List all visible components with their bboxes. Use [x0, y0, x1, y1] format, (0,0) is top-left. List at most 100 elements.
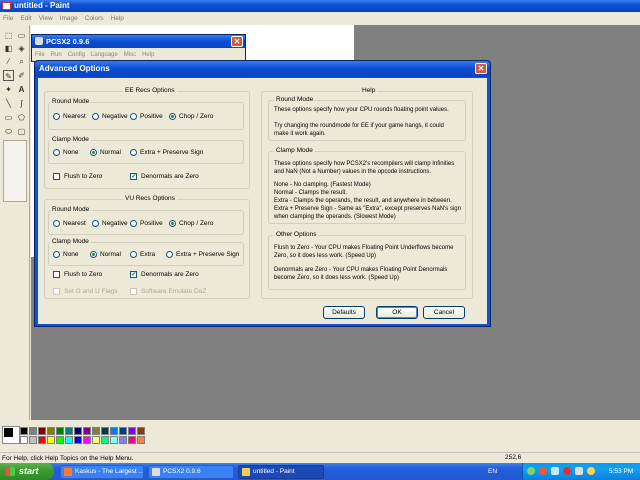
pcsx2-menu-run[interactable]: Run [51, 52, 62, 58]
ee-denormals-checkbox[interactable]: ✓ [130, 173, 137, 180]
rounded-rect-icon[interactable]: ▢ [16, 126, 27, 137]
palette-swatch[interactable] [128, 427, 136, 435]
vu-denormals-checkbox[interactable]: ✓ [130, 271, 137, 278]
palette-swatch[interactable] [20, 427, 28, 435]
pencil-icon[interactable]: ✎ [3, 70, 14, 81]
palette-swatch[interactable] [92, 427, 100, 435]
line-icon[interactable]: ╲ [3, 98, 14, 109]
vu-flush-to-zero-checkbox[interactable] [53, 271, 60, 278]
palette-swatch[interactable] [20, 436, 28, 444]
vu-clamp-normal-radio[interactable] [90, 251, 97, 258]
palette-swatch[interactable] [29, 427, 37, 435]
vu-set-ou-flags-checkbox[interactable] [53, 288, 60, 295]
ee-round-nearest-radio[interactable] [53, 113, 60, 120]
ee-flush-to-zero-checkbox[interactable] [53, 173, 60, 180]
volume-icon[interactable] [575, 467, 583, 475]
palette-swatch[interactable] [83, 436, 91, 444]
color-picker-icon[interactable]: ⁄ [3, 56, 14, 67]
pcsx2-title-bar[interactable]: PCSX2 0.9.6 ✕ [32, 35, 245, 48]
palette-swatch[interactable] [137, 427, 145, 435]
rectangle-icon[interactable]: ▭ [3, 112, 14, 123]
text-icon[interactable]: A [16, 84, 27, 95]
palette-swatch[interactable] [74, 436, 82, 444]
taskbar-item-pcsx2[interactable]: PCSX2 0.9.6 [148, 465, 234, 479]
tray-app-icon[interactable] [539, 467, 547, 475]
vu-round-chop-radio[interactable] [169, 220, 176, 227]
ee-round-positive-radio[interactable] [130, 113, 137, 120]
curve-icon[interactable]: ∫ [16, 98, 27, 109]
vu-clamp-extra-preserve-radio[interactable] [166, 251, 173, 258]
ee-clamp-none-radio[interactable] [53, 149, 60, 156]
vu-clamp-extra-radio[interactable] [130, 251, 137, 258]
palette-swatch[interactable] [38, 427, 46, 435]
pcsx2-close-icon[interactable]: ✕ [231, 36, 243, 47]
cancel-button[interactable]: Cancel [423, 306, 465, 319]
palette-swatch[interactable] [137, 436, 145, 444]
palette-swatch[interactable] [47, 427, 55, 435]
taskbar-item-kaskus[interactable]: Kaskus - The Largest ... [60, 465, 144, 479]
palette-swatch[interactable] [101, 436, 109, 444]
brush-icon[interactable]: ✐ [16, 70, 27, 81]
vu-round-positive-radio[interactable] [130, 220, 137, 227]
paint-menu-file[interactable]: File [3, 15, 13, 22]
pcsx2-menu-config[interactable]: Config [68, 52, 85, 58]
ee-round-chop-radio[interactable] [169, 113, 176, 120]
palette-swatch[interactable] [128, 436, 136, 444]
tool-options[interactable] [3, 140, 27, 202]
palette-swatch[interactable] [83, 427, 91, 435]
vu-round-nearest-radio[interactable] [53, 220, 60, 227]
clock[interactable]: 5:53 PM [609, 463, 633, 480]
paint-menu-edit[interactable]: Edit [20, 15, 31, 22]
network-icon[interactable] [551, 467, 559, 475]
fill-bucket-icon[interactable]: ◈ [16, 43, 27, 54]
tray-app-icon[interactable] [527, 467, 535, 475]
palette-swatch[interactable] [65, 427, 73, 435]
paint-menu-image[interactable]: Image [60, 15, 78, 22]
ee-round-mode-label: Round Mode [50, 98, 92, 106]
dialog-close-icon[interactable]: ✕ [475, 63, 487, 74]
palette-swatch[interactable] [110, 436, 118, 444]
rect-select-icon[interactable]: ▭ [16, 30, 27, 41]
palette-swatch[interactable] [101, 427, 109, 435]
taskbar-item-paint[interactable]: untitled - Paint [238, 465, 324, 479]
eraser-icon[interactable]: ◧ [3, 43, 14, 54]
airbrush-icon[interactable]: ✦ [3, 84, 14, 95]
ee-clamp-extra-preserve-radio[interactable] [130, 149, 137, 156]
security-icon[interactable] [563, 467, 571, 475]
language-indicator[interactable]: EN [488, 463, 497, 480]
polygon-icon[interactable]: ⬠ [16, 112, 27, 123]
paint-menu-help[interactable]: Help [111, 15, 124, 22]
start-button[interactable]: start [0, 463, 54, 480]
pcsx2-menu-language[interactable]: Language [91, 52, 118, 58]
ee-clamp-normal-radio[interactable] [90, 149, 97, 156]
vu-clamp-none-radio[interactable] [53, 251, 60, 258]
pcsx2-menu-misc[interactable]: Misc [124, 52, 136, 58]
vu-round-negative-radio[interactable] [92, 220, 99, 227]
palette-swatch[interactable] [56, 436, 64, 444]
ellipse-icon[interactable]: ⬭ [3, 126, 14, 137]
magnifier-icon[interactable]: ⌕ [16, 56, 27, 67]
vu-recs-title: VU Recs Options [123, 195, 177, 203]
palette-swatch[interactable] [119, 427, 127, 435]
palette-swatch[interactable] [74, 427, 82, 435]
free-select-icon[interactable]: ⬚ [3, 30, 14, 41]
palette-swatch[interactable] [56, 427, 64, 435]
palette-swatch[interactable] [92, 436, 100, 444]
tray-app-icon[interactable] [587, 467, 595, 475]
paint-menu-colors[interactable]: Colors [85, 15, 104, 22]
palette-swatch[interactable] [29, 436, 37, 444]
palette-swatch[interactable] [119, 436, 127, 444]
paint-menu-view[interactable]: View [39, 15, 53, 22]
pcsx2-menu-file[interactable]: File [35, 52, 45, 58]
defaults-button[interactable]: Defaults [323, 306, 365, 319]
vu-emulate-daz-checkbox[interactable] [130, 288, 137, 295]
palette-swatch[interactable] [65, 436, 73, 444]
ee-round-negative-radio[interactable] [92, 113, 99, 120]
palette-swatch[interactable] [47, 436, 55, 444]
palette-swatch[interactable] [110, 427, 118, 435]
dialog-title-bar[interactable]: Advanced Options ✕ [35, 61, 490, 77]
palette-swatch[interactable] [38, 436, 46, 444]
pcsx2-menu-help[interactable]: Help [142, 52, 154, 58]
ok-button[interactable]: OK [376, 306, 418, 319]
paint-title-bar[interactable]: untitled - Paint [0, 0, 640, 12]
